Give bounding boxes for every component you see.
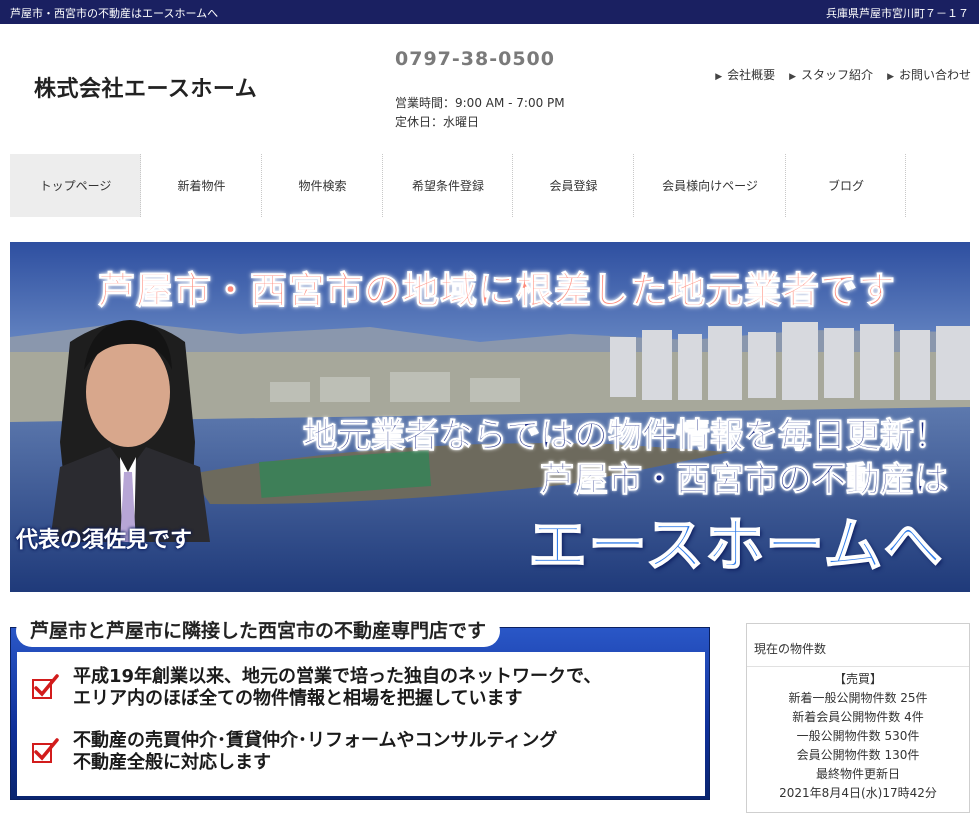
link-label: お問い合わせ — [898, 68, 971, 82]
nav-label: 新着物件 — [177, 179, 226, 193]
main-nav: トップページ 新着物件 物件検索 希望条件登録 会員登録 会員様向けページ ブロ… — [10, 154, 970, 217]
banner-title: 芦屋市・西宮市の地域に根差した地元業者です — [98, 269, 896, 313]
link-contact[interactable]: ▶ お問い合わせ — [887, 66, 971, 83]
checkbox-checked-icon — [32, 738, 59, 763]
business-hours: 営業時間：9:00 AM - 7:00 PM 定休日：水曜日 — [395, 94, 565, 132]
nav-label: トップページ — [39, 179, 112, 193]
caret-right-icon: ▶ — [789, 72, 797, 82]
nav-item-new[interactable]: 新着物件 — [141, 154, 262, 217]
nav-label: ブログ — [827, 179, 864, 193]
hours-text: 営業時間：9:00 AM - 7:00 PM — [395, 96, 565, 110]
nav-item-members[interactable]: 会員様向けページ — [634, 154, 786, 217]
count-new-public: 新着一般公開物件数 25件 — [788, 691, 928, 705]
header-links: ▶ 会社概要 ▶ スタッフ紹介 ▶ お問い合わせ — [715, 66, 971, 83]
intro-point-line: 不動産の売買仲介･賃貸仲介･リフォームやコンサルティング — [73, 730, 558, 751]
banner-subtitle-2: 芦屋市・西宮市の不動産は — [540, 460, 949, 501]
top-bar-address: 兵庫県芦屋市宮川町７－１７ — [826, 7, 969, 20]
widget-divider — [747, 666, 969, 667]
site-header: 株式会社エースホーム 0797-38-0500 営業時間：9:00 AM - 7… — [0, 24, 979, 152]
nav-label: 希望条件登録 — [411, 179, 484, 193]
caret-right-icon: ▶ — [715, 72, 723, 82]
count-public: 一般公開物件数 530件 — [796, 729, 920, 743]
intro-body: 平成19年創業以来、地元の営業で培った独自のネットワークで、 エリア内のほぼ全て… — [17, 652, 705, 796]
store-intro-panel: 平成19年創業以来、地元の営業で培った独自のネットワークで、 エリア内のほぼ全て… — [10, 617, 710, 800]
nav-item-search[interactable]: 物件検索 — [262, 154, 383, 217]
intro-frame: 平成19年創業以来、地元の営業で培った独自のネットワークで、 エリア内のほぼ全て… — [10, 627, 710, 800]
last-updated-date: 2021年8月4日(水)17時42分 — [779, 786, 937, 800]
intro-point-text: 不動産の売買仲介･賃貸仲介･リフォームやコンサルティング 不動産全般に対応します — [73, 730, 693, 774]
intro-point-line: 平成19年創業以来、地元の営業で培った独自のネットワークで、 — [73, 666, 602, 687]
closed-day-text: 定休日：水曜日 — [395, 115, 480, 129]
checkbox-checked-icon — [32, 674, 59, 699]
top-bar-tagline: 芦屋市・西宮市の不動産はエースホームへ — [10, 7, 219, 20]
nav-item-wish[interactable]: 希望条件登録 — [383, 154, 513, 217]
intro-point-line: 不動産全般に対応します — [73, 752, 271, 773]
top-bar: 芦屋市・西宮市の不動産はエースホームへ 兵庫県芦屋市宮川町７－１７ — [0, 0, 979, 24]
nav-label: 物件検索 — [298, 179, 347, 193]
property-count-list: 【売買】 新着一般公開物件数 25件 新着会員公開物件数 4件 一般公開物件数 … — [747, 670, 969, 803]
phone-number: 0797-38-0500 — [395, 48, 555, 70]
last-updated-label: 最終物件更新日 — [815, 767, 900, 781]
banner-representative-caption: 代表の須佐見です — [16, 528, 193, 553]
count-members: 会員公開物件数 130件 — [796, 748, 920, 762]
link-label: 会社概要 — [727, 68, 776, 82]
hero-banner: 芦屋市・西宮市の地域に根差した地元業者です 地元業者ならではの物件情報を毎日更新… — [10, 242, 970, 592]
caret-right-icon: ▶ — [887, 72, 894, 82]
widget-title: 現在の物件数 — [754, 642, 827, 656]
intro-heading: 芦屋市と芦屋市に隣接した西宮市の不動産専門店です — [18, 617, 499, 645]
count-new-members: 新着会員公開物件数 4件 — [792, 710, 924, 724]
intro-point-line: エリア内のほぼ全ての物件情報と相場を把握しています — [73, 688, 523, 709]
property-count-widget: 現在の物件数 【売買】 新着一般公開物件数 25件 新着会員公開物件数 4件 一… — [746, 623, 970, 813]
count-section-label: 【売買】 — [833, 672, 882, 686]
nav-item-blog[interactable]: ブログ — [786, 154, 906, 217]
nav-label: 会員登録 — [549, 179, 598, 193]
nav-label: 会員様向けページ — [662, 179, 758, 193]
banner-subtitle-1: 地元業者ならではの物件情報を毎日更新！ — [303, 416, 949, 457]
link-label: スタッフ紹介 — [801, 68, 874, 82]
nav-item-register[interactable]: 会員登録 — [513, 154, 634, 217]
link-staff[interactable]: ▶ スタッフ紹介 — [789, 66, 873, 83]
link-company-profile[interactable]: ▶ 会社概要 — [715, 66, 775, 83]
nav-item-top[interactable]: トップページ — [10, 154, 141, 217]
intro-point-text: 平成19年創業以来、地元の営業で培った独自のネットワークで、 エリア内のほぼ全て… — [73, 666, 693, 710]
company-logo-text[interactable]: 株式会社エースホーム — [34, 71, 257, 103]
banner-brand-slogan: エースホームへ — [528, 510, 944, 580]
